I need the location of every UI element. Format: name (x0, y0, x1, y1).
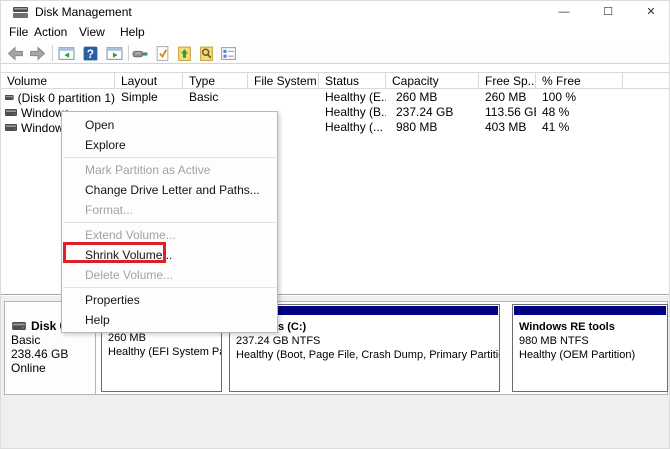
folder-search-icon[interactable] (198, 45, 215, 62)
menu-bar: File Action View Help (1, 23, 670, 42)
menu-action[interactable]: Action (34, 25, 67, 39)
close-button[interactable]: ✕ (634, 1, 668, 23)
col-layout[interactable]: Layout (115, 73, 183, 88)
menu-item-mark-partition-active: Mark Partition as Active (62, 160, 277, 180)
help-icon[interactable]: ? (82, 45, 99, 62)
partition-size: 237.24 GB NTFS (236, 335, 499, 347)
partition-status: Healthy (Boot, Page File, Crash Dump, Pr… (236, 349, 499, 361)
free-space-value: 260 MB (479, 90, 536, 105)
minimize-button[interactable]: — (547, 1, 581, 23)
drive-icon (5, 94, 14, 101)
check-disk-icon[interactable] (154, 45, 171, 62)
type-value: Basic (183, 90, 248, 105)
col-spacer (623, 73, 670, 88)
partition-bar (514, 306, 666, 315)
col-type[interactable]: Type (183, 73, 248, 88)
drive-icon (5, 124, 17, 131)
menu-help[interactable]: Help (120, 25, 145, 39)
capacity-value: 980 MB (386, 120, 479, 135)
svg-text:?: ? (87, 48, 94, 61)
toolbar-separator (52, 45, 53, 61)
forward-icon[interactable] (29, 45, 46, 62)
partition-size: 260 MB (108, 332, 221, 344)
pct-free-value: 41 % (536, 120, 623, 135)
status-value: Healthy (B... (319, 105, 386, 120)
disk-tool-icon[interactable] (132, 45, 149, 62)
disk-status: Online (11, 361, 46, 375)
volume-name: (Disk 0 partition 1) (18, 91, 115, 105)
col-pct-free[interactable]: % Free (536, 73, 623, 88)
partition-title: Windows RE tools (519, 321, 667, 333)
menu-item-delete-volume: Delete Volume... (62, 265, 277, 285)
disk-size: 238.46 GB (11, 347, 68, 361)
context-menu: Open Explore Mark Partition as Active Ch… (61, 111, 278, 333)
menu-item-format: Format... (62, 200, 277, 220)
pct-free-value: 48 % (536, 105, 623, 120)
back-icon[interactable] (7, 45, 24, 62)
menu-item-explore[interactable]: Explore (62, 135, 277, 155)
show-action-pane-icon[interactable] (106, 45, 123, 62)
menu-item-change-drive-letter[interactable]: Change Drive Letter and Paths... (62, 180, 277, 200)
menu-separator (63, 287, 276, 288)
partition-status: Healthy (OEM Partition) (519, 349, 667, 361)
capacity-value: 237.24 GB (386, 105, 479, 120)
menu-item-help[interactable]: Help (62, 310, 277, 330)
app-disk-icon (13, 7, 28, 18)
col-free-space[interactable]: Free Sp... (479, 73, 536, 88)
free-space-value: 403 MB (479, 120, 536, 135)
toolbar: ? (1, 42, 670, 64)
free-space-value: 113.56 GB (479, 105, 536, 120)
partition-strip-windows-re[interactable]: Windows RE tools 980 MB NTFS Healthy (OE… (512, 304, 668, 392)
show-console-tree-icon[interactable] (58, 45, 75, 62)
menu-item-properties[interactable]: Properties (62, 290, 277, 310)
file-system-value (248, 90, 319, 105)
menu-separator (63, 157, 276, 158)
volume-row-disk0-partition1[interactable]: (Disk 0 partition 1) Simple Basic Health… (1, 90, 670, 105)
drive-icon (12, 322, 26, 330)
layout-value: Simple (115, 90, 183, 105)
title-bar: Disk Management — ☐ ✕ (1, 1, 670, 23)
window-title: Disk Management (35, 5, 132, 19)
pct-free-value: 100 % (536, 90, 623, 105)
status-value: Healthy (... (319, 120, 386, 135)
col-volume[interactable]: Volume (1, 73, 115, 88)
menu-file[interactable]: File (9, 25, 28, 39)
shrink-volume-highlight-annotation (63, 242, 166, 263)
partition-size: 980 MB NTFS (519, 335, 667, 347)
col-capacity[interactable]: Capacity (386, 73, 479, 88)
menu-view[interactable]: View (79, 25, 105, 39)
menu-item-open[interactable]: Open (62, 115, 277, 135)
volume-list-header: Volume Layout Type File System Status Ca… (1, 72, 670, 89)
disk-management-window: Disk Management — ☐ ✕ File Action View H… (0, 0, 670, 449)
col-file-system[interactable]: File System (248, 73, 319, 88)
properties-icon[interactable] (220, 45, 237, 62)
toolbar-separator (128, 45, 129, 61)
capacity-value: 260 MB (386, 90, 479, 105)
drive-icon (5, 109, 17, 116)
maximize-button[interactable]: ☐ (591, 1, 625, 23)
status-value: Healthy (E... (319, 90, 386, 105)
partition-status: Healthy (EFI System Par (108, 346, 221, 358)
folder-up-icon[interactable] (176, 45, 193, 62)
disk-type: Basic (11, 333, 40, 347)
menu-separator (63, 222, 276, 223)
col-status[interactable]: Status (319, 73, 386, 88)
